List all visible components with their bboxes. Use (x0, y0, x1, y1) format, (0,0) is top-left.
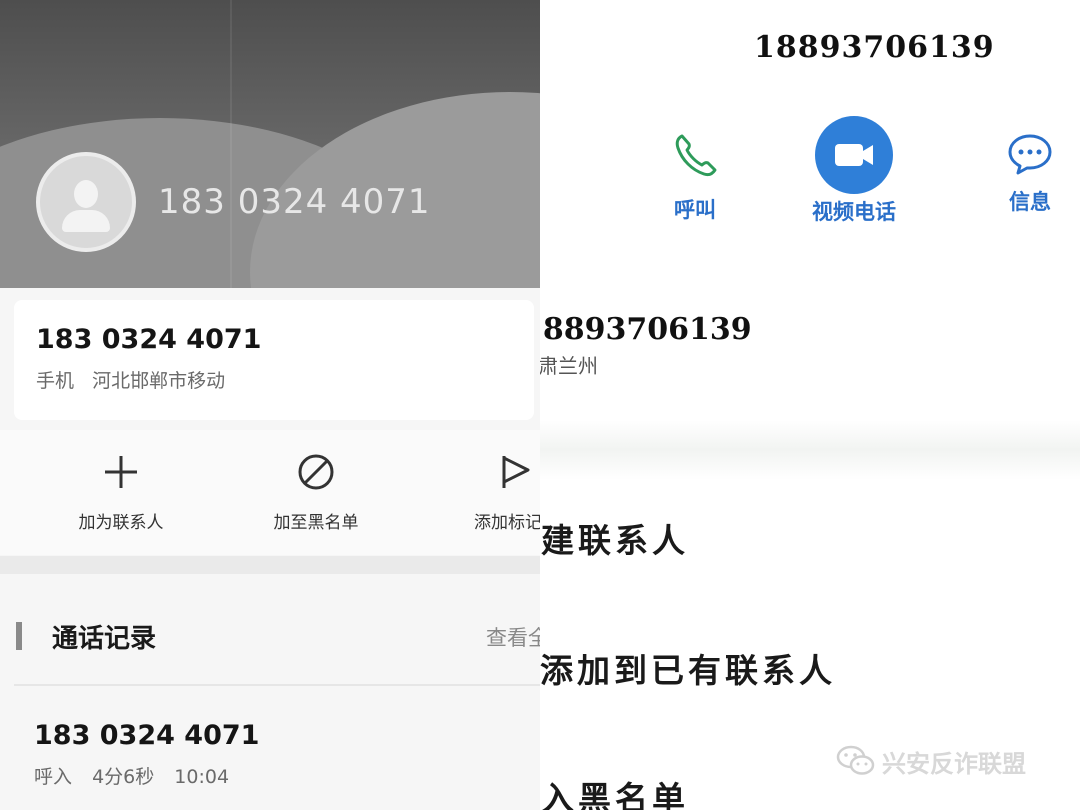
avatar-body (62, 210, 110, 232)
contact-location: 甘肃兰州 (540, 354, 598, 378)
add-tag-label: 添加标记 (474, 513, 540, 533)
call-button[interactable]: 呼叫 (650, 130, 740, 224)
wechat-icon (836, 745, 875, 775)
flag-icon (502, 456, 530, 488)
record-detail: 呼入 4分6秒 10:04 (34, 762, 243, 789)
record-direction: 呼入 (34, 766, 73, 788)
record-duration: 4分6秒 (92, 766, 155, 788)
add-contact-label: 加为联系人 (78, 513, 164, 533)
menu-item-blacklist[interactable]: 加入黑名单 (540, 772, 689, 810)
message-button[interactable]: 信息 (990, 132, 1070, 216)
action-row: 加为联系人 加至黑名单 添加标记 (0, 430, 540, 555)
watermark-text: 兴安反诈联盟 (882, 750, 1026, 778)
phone-icon (675, 134, 717, 177)
record-time: 10:04 (174, 766, 230, 788)
message-icon (1008, 134, 1052, 175)
header-phone-number: 183 0324 4071 (158, 182, 431, 222)
avatar-head (74, 180, 98, 208)
avatar[interactable] (36, 152, 136, 252)
phone-location: 河北邯郸市移动 (92, 370, 226, 392)
info-phone-number: 183 0324 4071 (36, 324, 262, 355)
section-marker (16, 622, 22, 650)
video-camera-icon (815, 116, 893, 194)
add-tag-button[interactable]: 添加标记 (436, 452, 540, 542)
add-blacklist-label: 加至黑名单 (273, 513, 359, 533)
info-subtitle: 手机 河北邯郸市移动 (36, 366, 225, 393)
phone-type: 手机 (36, 370, 75, 392)
menu-item-add-existing[interactable]: 添加到已有联系人 (540, 644, 836, 692)
section-divider (0, 556, 540, 574)
plus-icon (105, 456, 137, 488)
video-call-button[interactable]: 视频电话 (794, 116, 914, 226)
add-blacklist-button[interactable]: 加至黑名单 (241, 452, 391, 542)
view-all-link[interactable]: 查看全部 (486, 622, 540, 652)
right-screenshot: 18893706139 呼叫 视频电话 信息 18893706139 甘肃兰州 … (540, 0, 1080, 810)
add-contact-button[interactable]: 加为联系人 (46, 452, 196, 542)
video-call-label: 视频电话 (812, 199, 896, 224)
left-screenshot: 183 0324 4071 183 0324 4071 手机 河北邯郸市移动 加… (0, 0, 540, 810)
header-scan-streak (230, 0, 232, 288)
message-label: 信息 (1009, 189, 1051, 214)
call-records-header: 通话记录 查看全部 (0, 596, 540, 676)
contact-number: 18893706139 (540, 312, 752, 347)
record-number[interactable]: 183 0324 4071 (34, 720, 259, 751)
block-icon (298, 454, 334, 490)
page-title: 18893706139 (754, 30, 995, 65)
section-divider (540, 420, 1080, 480)
call-label: 呼叫 (674, 197, 716, 222)
menu-item-new-contact[interactable]: 新建联系人 (540, 514, 689, 562)
divider (14, 684, 540, 686)
number-info-card[interactable]: 183 0324 4071 手机 河北邯郸市移动 (14, 300, 534, 420)
call-records-title: 通话记录 (52, 624, 157, 654)
